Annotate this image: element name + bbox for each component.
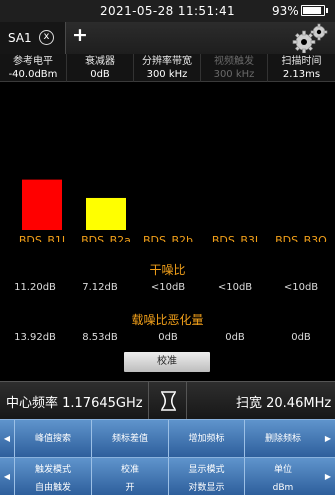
- calibrate-button[interactable]: 校准: [124, 352, 210, 372]
- softkey-label: 删除频标: [264, 434, 301, 444]
- battery-fill: [303, 7, 321, 14]
- category-label: BDS_B2a: [81, 234, 131, 242]
- bar-bds-b1i: [22, 179, 62, 230]
- param-video-trigger[interactable]: 视频触发 300 kHz: [201, 54, 268, 82]
- table-cell: 0dB: [158, 332, 178, 343]
- status-bar: 2021-05-28 11:51:41 93%: [0, 0, 335, 22]
- softkey-value: 对数显示: [188, 483, 225, 493]
- param-value: 300 kHz: [213, 69, 255, 80]
- param-attenuator[interactable]: 衰减器 0dB: [67, 54, 134, 82]
- battery-percentage: 93%: [272, 4, 299, 18]
- softkey-value: 自由触发: [34, 483, 71, 493]
- softkey-trigger-mode[interactable]: 触发模式 自由触发: [14, 458, 91, 495]
- interference-chart: BDS_B1I BDS_B2a BDS_B2b BDS_B3I BDS_B3Q 干噪比 …: [0, 82, 335, 382]
- softkey-unit[interactable]: 单位 dBm: [244, 458, 321, 495]
- table-title-inr: 干噪比: [149, 263, 186, 277]
- param-label: 分辨率带宽: [142, 56, 192, 67]
- arrow-left-icon[interactable]: ◀: [0, 458, 14, 495]
- softkey-calibration[interactable]: 校准 开: [91, 458, 168, 495]
- table-cell: 13.92dB: [14, 332, 56, 343]
- parameter-row: 参考电平 -40.0dBm 衰减器 0dB 分辨率带宽 300 kHz 视频触发…: [0, 54, 335, 82]
- swap-toggle-button[interactable]: [148, 382, 187, 420]
- table-cell: <10dB: [217, 282, 253, 293]
- table-cell: 7.12dB: [82, 282, 118, 293]
- softkey-label: 单位: [273, 465, 292, 475]
- close-icon[interactable]: x: [39, 30, 54, 45]
- param-value: 300 kHz: [146, 69, 188, 80]
- center-frequency[interactable]: 中心频率 1.17645GHz: [6, 392, 143, 411]
- arrow-right-icon[interactable]: ▶: [321, 458, 335, 495]
- param-reference-level[interactable]: 参考电平 -40.0dBm: [0, 54, 67, 82]
- softkey-marker-delta[interactable]: 频标差值: [91, 420, 168, 458]
- param-label: 扫描时间: [281, 56, 322, 67]
- softkey-label: 增加频标: [188, 434, 225, 444]
- param-value: -40.0dBm: [8, 69, 58, 80]
- category-label: BDS_B3Q: [275, 234, 327, 242]
- table-cell: 0dB: [291, 332, 311, 343]
- softkey-label: 频标差值: [111, 434, 148, 444]
- softkey-label: 显示模式: [188, 465, 225, 475]
- arrow-right-icon[interactable]: ▶: [321, 420, 335, 458]
- tab-sa1[interactable]: SA1 x: [0, 22, 66, 54]
- category-label: BDS_B1I: [19, 234, 65, 242]
- param-resolution-bandwidth[interactable]: 分辨率带宽 300 kHz: [134, 54, 201, 82]
- bar-bds-b2a: [86, 197, 126, 230]
- frequency-bar: 中心频率 1.17645GHz 扫宽 20.46MHz: [0, 381, 335, 420]
- param-label: 视频触发: [214, 56, 254, 67]
- table-cell: <10dB: [283, 282, 319, 293]
- softkey-delete-marker[interactable]: 删除频标: [244, 420, 321, 458]
- softkey-value: dBm: [272, 483, 294, 493]
- table-cell: 0dB: [225, 332, 245, 343]
- softkey-peak-search[interactable]: 峰值搜索: [14, 420, 91, 458]
- param-label: 参考电平: [13, 56, 53, 67]
- softkey-value: 开: [125, 483, 135, 493]
- tab-bar: SA1 x +: [0, 22, 335, 54]
- gear-icon[interactable]: [288, 23, 330, 53]
- add-tab-button[interactable]: +: [72, 24, 88, 46]
- swap-icon: [161, 391, 176, 411]
- softkey-row-marker: ◀ 峰值搜索 频标差值 增加频标 删除频标 ▶: [0, 419, 335, 458]
- softkey-label: 峰值搜索: [34, 434, 71, 444]
- chart-plot: BDS_B1I BDS_B2a BDS_B2b BDS_B3I BDS_B3Q: [19, 179, 327, 242]
- softkey-label: 触发模式: [34, 465, 71, 475]
- span-frequency[interactable]: 扫宽 20.46MHz: [236, 392, 331, 411]
- category-label: BDS_B2b: [143, 234, 193, 242]
- softkey-row-settings: ◀ 触发模式 自由触发 校准 开 显示模式 对数显示 单位 dBm ▶: [0, 457, 335, 495]
- table-cell: 11.20dB: [14, 282, 56, 293]
- table-cell: <10dB: [150, 282, 186, 293]
- tab-label: SA1: [8, 31, 32, 45]
- softkey-label: 校准: [120, 465, 139, 475]
- table-title-cnr-degradation: 载噪比恶化量: [131, 313, 204, 327]
- table-cell: 8.53dB: [82, 332, 118, 343]
- arrow-left-icon[interactable]: ◀: [0, 420, 14, 458]
- softkey-add-marker[interactable]: 增加频标: [168, 420, 244, 458]
- battery-icon: [301, 5, 328, 16]
- param-sweep-time[interactable]: 扫描时间 2.13ms: [268, 54, 335, 82]
- param-value: 0dB: [90, 69, 110, 80]
- param-label: 衰减器: [85, 56, 115, 67]
- category-label: BDS_B3I: [212, 234, 258, 242]
- param-value: 2.13ms: [282, 69, 321, 80]
- softkey-display-mode[interactable]: 显示模式 对数显示: [168, 458, 244, 495]
